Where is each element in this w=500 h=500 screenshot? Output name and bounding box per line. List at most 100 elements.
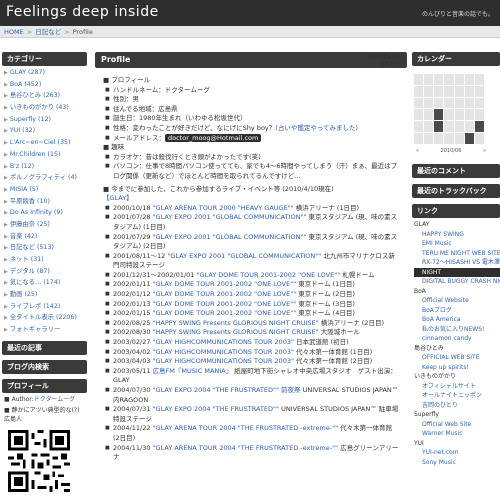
category-item[interactable]: ▶ いきものがかり (43) <box>4 102 87 114</box>
breadcrumb-home-link[interactable]: HOME <box>4 28 24 36</box>
live-event-title[interactable]: "GLAY DOME TOUR 2001-2002 "ONE LOVE"" <box>153 309 297 317</box>
category-link[interactable]: 音楽 (42) <box>10 233 38 240</box>
profile-heading[interactable]: プロフィール <box>2 378 87 393</box>
external-link[interactable]: 吉岡のひとり <box>422 402 458 409</box>
category-link[interactable]: L'Arc~en~Ciel (35) <box>10 139 71 146</box>
external-link-item[interactable]: Official Web Site <box>414 420 500 430</box>
category-item[interactable]: ▶ デジタル (87) <box>4 266 87 278</box>
recent-comments-heading[interactable]: 最近のコメント <box>412 164 500 178</box>
live-event-title[interactable]: 広島FM『MUSIC MANIA』 <box>153 367 233 375</box>
external-link-item[interactable]: 私のお気に入りNEWS! <box>414 325 500 335</box>
author-link[interactable]: ドクタームーグ <box>34 396 76 403</box>
category-link[interactable]: MISIA (5) <box>10 186 38 193</box>
external-link-item[interactable]: BoAブログ <box>414 306 500 316</box>
live-event-title[interactable]: "GLAY HIGHCOMMUNICATIONS TOUR 2003" <box>153 357 294 365</box>
category-item[interactable]: ▶ Do As Infinity (9) <box>4 207 87 219</box>
category-item[interactable]: ▶ ライブレポ (142) <box>4 301 87 313</box>
category-item[interactable]: ▶ B'z (12) <box>4 161 87 173</box>
calendar-prev-link[interactable]: « <box>416 148 419 154</box>
category-link[interactable]: 気になる… (174) <box>10 279 60 286</box>
external-link-item[interactable]: EMI Music <box>414 239 500 249</box>
live-event-title[interactable]: "GLAY DOME TOUR 2001-2002 "ONE LOVE"" <box>153 300 297 308</box>
category-item[interactable]: ▶ 伊藤由奈 (25) <box>4 219 87 231</box>
external-link[interactable]: Keep up spirits! <box>422 364 469 371</box>
category-link[interactable]: B'z (12) <box>10 163 34 170</box>
external-link-item[interactable]: NIGHT <box>414 267 500 277</box>
live-event-title[interactable]: "GLAY EXPO 2001 "GLOBAL COMMUNICATION"" <box>153 233 307 241</box>
category-link[interactable]: GLAY (287) <box>10 69 45 76</box>
external-link-item[interactable]: オフィシャルサイト <box>414 382 500 392</box>
external-link-item[interactable]: DIGITAL BUGGY CRASH NIGHT <box>414 277 500 287</box>
category-link[interactable]: YUI (32) <box>10 127 35 134</box>
category-item[interactable]: ▶ 音楽 (42) <box>4 231 87 243</box>
category-item[interactable]: ▶ 動画 (25) <box>4 289 87 301</box>
live-event-title[interactable]: "GLAY ARENA TOUR 2000 "HEAVY GAUGE"" <box>153 204 294 212</box>
live-event-title[interactable]: "GLAY ARENA TOUR 2004 "THE FRUSTRATED -e… <box>153 424 339 432</box>
external-link-item[interactable]: Official Website <box>414 296 500 306</box>
live-event-title[interactable]: "GLAY DOME TOUR 2001-2002 "ONE LOVE"" <box>153 280 297 288</box>
external-link[interactable]: オールナイトニッポン <box>422 392 482 399</box>
live-event-title[interactable]: "HAPPY SWING Presents GLORIOUS NIGHT CRU… <box>153 319 319 327</box>
category-item[interactable]: ▶ 平原綾香 (10) <box>4 196 87 208</box>
category-item[interactable]: ▶ 日記など (513) <box>4 242 87 254</box>
external-link-item[interactable]: BoA America <box>414 315 500 325</box>
external-link[interactable]: OFFICIAL WEB SITE <box>422 354 480 361</box>
external-link-item[interactable]: HAPPY SWING <box>414 230 500 240</box>
site-title[interactable]: Feelings deep inside <box>6 4 159 20</box>
live-event-title[interactable]: "GLAY EXPO 2004 "THE FRUSTRATED"" 前夜祭 <box>153 386 301 394</box>
external-link[interactable]: BoA America <box>422 316 461 323</box>
external-link-item[interactable]: Sony Music <box>414 458 500 468</box>
category-item[interactable]: ▶ Superfly (12) <box>4 114 87 126</box>
category-item[interactable]: ▶ MISIA (5) <box>4 184 87 196</box>
category-item[interactable]: ▶ 気になる… (174) <box>4 277 87 289</box>
category-item[interactable]: ▶ ポルノグラフィティ (4) <box>4 172 87 184</box>
external-link[interactable]: Official Web Site <box>422 421 471 428</box>
category-link[interactable]: 日記など (513) <box>10 244 54 251</box>
external-link[interactable]: cinnamon candy <box>422 335 472 342</box>
category-link[interactable]: デジタル (87) <box>10 268 50 275</box>
category-link[interactable]: ポルノグラフィティ (4) <box>10 174 77 181</box>
external-link[interactable]: Warner Music <box>422 430 463 437</box>
category-link[interactable]: いきものがかり (43) <box>10 104 69 111</box>
category-item[interactable]: ▶ YUI (32) <box>4 125 87 137</box>
category-item[interactable]: ▶ 全タイトル表示 (2206) <box>4 312 87 324</box>
category-link[interactable]: フォトギャラリー <box>10 326 60 333</box>
calendar-next-link[interactable]: » <box>483 148 486 154</box>
external-link[interactable]: RX-72～HISASHI VS 電木澤～ <box>422 259 500 266</box>
category-link[interactable]: BoA (452) <box>10 81 41 88</box>
external-link-item[interactable]: RX-72～HISASHI VS 電木澤～ <box>414 258 500 268</box>
live-event-title[interactable]: "GLAY EXPO 2001 "GLOBAL COMMUNICATION"" <box>153 213 307 221</box>
category-item[interactable]: ▶ フォトギャラリー <box>4 324 87 336</box>
external-link[interactable]: BoAブログ <box>422 307 452 314</box>
external-link-item[interactable]: OFFICIAL WEB SITE <box>414 353 500 363</box>
breadcrumb-category-link[interactable]: 日記など <box>35 28 61 36</box>
external-link[interactable]: 私のお気に入りNEWS! <box>422 326 484 333</box>
external-link[interactable]: TERU ME NIGHT WEB SITE <box>422 250 500 257</box>
recent-posts-heading[interactable]: 最近の記事 <box>2 340 87 355</box>
external-link-item[interactable]: TERU ME NIGHT WEB SITE <box>414 249 500 259</box>
live-event-title[interactable]: "GLAY ARENA TOUR 2004 "THE FRUSTRATED -e… <box>153 444 339 452</box>
fortune-link[interactable]: (占いや鑑定やってみました) <box>275 124 358 132</box>
category-item[interactable]: ▶ 島谷ひとみ (263) <box>4 90 87 102</box>
external-link[interactable]: オフィシャルサイト <box>422 383 476 390</box>
live-event-title[interactable]: "HAPPY SWING Presents GLORIOUS NIGHT CRU… <box>153 328 319 336</box>
external-link[interactable]: YUI-net.com <box>422 449 459 456</box>
category-link[interactable]: Mr.Children (15) <box>10 151 61 158</box>
external-link-item[interactable]: Keep up spirits! <box>414 363 500 373</box>
category-item[interactable]: ▶ GLAY (287) <box>4 67 87 79</box>
blog-search-heading[interactable]: ブログ内検索 <box>2 359 87 374</box>
category-link[interactable]: Superfly (12) <box>10 116 51 123</box>
category-link[interactable]: ライブレポ (142) <box>10 303 60 310</box>
post-title[interactable]: Profile <box>101 55 130 64</box>
category-link[interactable]: Do As Infinity (9) <box>10 209 63 216</box>
live-event-title[interactable]: "GLAY DOME TOUR 2001-2002 "ONE LOVE"" <box>197 271 341 279</box>
live-event-title[interactable]: "GLAY DOME TOUR 2001-2002 "ONE LOVE"" <box>153 290 297 298</box>
external-link[interactable]: NIGHT <box>422 269 441 276</box>
external-link-item[interactable]: YUI-net.com <box>414 448 500 458</box>
live-event-title[interactable]: "GLAY HIGHCOMMUNICATIONS TOUR 2003" <box>153 338 294 346</box>
external-link-item[interactable]: Warner Music <box>414 429 500 439</box>
live-event-title[interactable]: "GLAY HIGHCOMMUNICATIONS TOUR 2003" <box>153 348 294 356</box>
external-link-item[interactable]: オールナイトニッポン <box>414 391 500 401</box>
live-event-title[interactable]: "GLAY EXPO 2001 "GLOBAL COMMUNICATION"" <box>167 252 321 260</box>
external-link[interactable]: Sony Music <box>422 459 456 466</box>
